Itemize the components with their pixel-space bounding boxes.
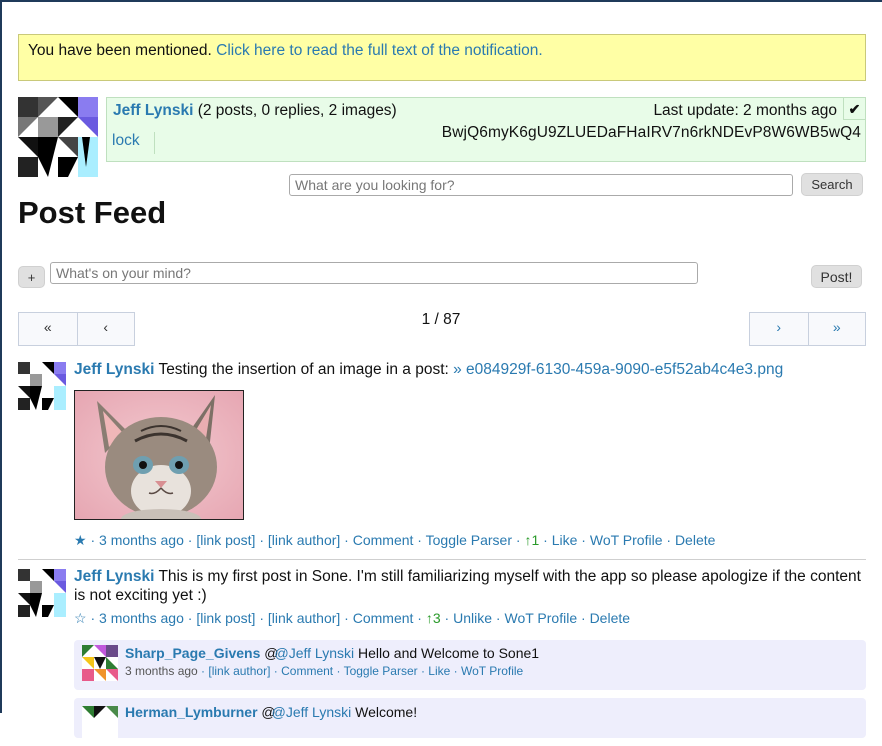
- reply-time[interactable]: 3 months ago: [125, 664, 198, 678]
- search-input[interactable]: [289, 174, 793, 196]
- reply-wot-profile-link[interactable]: WoT Profile: [461, 664, 523, 678]
- post-button[interactable]: Post!: [811, 265, 862, 288]
- post-time[interactable]: 3 months ago: [99, 532, 184, 548]
- add-image-button[interactable]: +: [18, 266, 45, 288]
- comment-link[interactable]: Comment: [353, 610, 414, 626]
- window-left-border: [0, 0, 2, 713]
- post-time[interactable]: 3 months ago: [99, 610, 184, 626]
- like-link[interactable]: Like: [552, 532, 578, 548]
- search-button[interactable]: Search: [801, 173, 863, 196]
- post-avatar[interactable]: [18, 569, 66, 617]
- toggle-parser-link[interactable]: Toggle Parser: [426, 532, 512, 548]
- comment-link[interactable]: Comment: [353, 532, 414, 548]
- reply-body: Hello and Welcome to Sone1: [357, 645, 540, 661]
- like-count: ↑1: [524, 532, 540, 548]
- last-page-button[interactable]: »: [807, 313, 866, 345]
- reply-toggle-parser-link[interactable]: Toggle Parser: [344, 664, 418, 678]
- profile-sone-id: BwjQ6myK6gU9ZLUEDaFHaIRV7n6rkNDEvP8W6WB5…: [441, 124, 861, 141]
- post-text: Jeff Lynski This is my first post in Son…: [74, 567, 864, 605]
- reply-mention[interactable]: @Jeff Lynski: [272, 704, 352, 720]
- notification-link[interactable]: Click here to read the full text of the …: [216, 42, 543, 59]
- profile-check-icon[interactable]: ✔: [843, 98, 865, 120]
- post-avatar[interactable]: [18, 362, 66, 410]
- profile-name-line: Jeff Lynski (2 posts, 0 replies, 2 image…: [113, 102, 397, 120]
- reply-link-author[interactable]: [link author]: [208, 664, 270, 678]
- post-text: Jeff Lynski Testing the insertion of an …: [74, 360, 864, 379]
- reply-avatar[interactable]: [82, 706, 118, 742]
- post-author[interactable]: Jeff Lynski: [74, 361, 154, 378]
- post-status-line: ☆ · 3 months ago · [link post] · [link a…: [74, 610, 631, 626]
- wot-profile-link[interactable]: WoT Profile: [504, 610, 577, 626]
- page-title: Post Feed: [18, 195, 167, 230]
- window-top-border: [0, 0, 882, 2]
- reply-text: Sharp_Page_Givens @@Jeff Lynski Hello an…: [125, 645, 539, 662]
- reply: Herman_Lymburner @@Jeff Lynski Welcome!: [74, 698, 866, 742]
- post-body: Testing the insertion of an image in a p…: [158, 361, 449, 378]
- bookmark-star-icon[interactable]: ★: [74, 532, 87, 548]
- post-divider: [18, 559, 866, 560]
- pagination-forward-group: › »: [749, 312, 866, 346]
- profile-name[interactable]: Jeff Lynski: [113, 102, 193, 119]
- reply-body: Welcome!: [355, 704, 418, 720]
- post-author[interactable]: Jeff Lynski: [74, 568, 154, 585]
- bookmark-star-icon[interactable]: ☆: [74, 610, 87, 626]
- wot-profile-link[interactable]: WoT Profile: [590, 532, 663, 548]
- link-post[interactable]: [link post]: [196, 610, 255, 626]
- reply-comment-link[interactable]: Comment: [281, 664, 333, 678]
- reply-author[interactable]: Herman_Lymburner: [125, 704, 258, 720]
- post-image-link[interactable]: » e084929f-6130-459a-9090-e5f52ab4c4e3.p…: [453, 361, 783, 378]
- link-author[interactable]: [link author]: [268, 610, 340, 626]
- profile-last-update: Last update: 2 months ago: [653, 102, 837, 119]
- unlike-link[interactable]: Unlike: [453, 610, 492, 626]
- profile-lock-link[interactable]: lock: [107, 132, 155, 154]
- reply: Sharp_Page_Givens @@Jeff Lynski Hello an…: [74, 640, 866, 690]
- link-author[interactable]: [link author]: [268, 532, 340, 548]
- post-input[interactable]: [50, 262, 698, 284]
- mention-notification: You have been mentioned. Click here to r…: [18, 34, 866, 81]
- delete-link[interactable]: Delete: [675, 532, 715, 548]
- delete-link[interactable]: Delete: [590, 610, 630, 626]
- like-count: ↑3: [425, 610, 441, 626]
- reply-author[interactable]: Sharp_Page_Givens: [125, 645, 260, 661]
- profile-info-box: Jeff Lynski (2 posts, 0 replies, 2 image…: [106, 97, 866, 162]
- notification-text: You have been mentioned.: [28, 42, 212, 59]
- next-page-button[interactable]: ›: [750, 313, 808, 345]
- post-body: This is my first post in Sone. I'm still…: [74, 568, 861, 604]
- reply-like-link[interactable]: Like: [428, 664, 450, 678]
- post-status-line: ★ · 3 months ago · [link post] · [link a…: [74, 532, 716, 548]
- reply-avatar[interactable]: [82, 645, 118, 681]
- profile-counts: (2 posts, 0 replies, 2 images): [197, 102, 397, 119]
- reply-mention[interactable]: @Jeff Lynski: [275, 645, 355, 661]
- reply-status-line: 3 months ago · [link author] · Comment ·…: [125, 664, 524, 678]
- kitten-image[interactable]: [74, 390, 244, 520]
- link-post[interactable]: [link post]: [196, 532, 255, 548]
- profile-avatar[interactable]: [18, 97, 98, 177]
